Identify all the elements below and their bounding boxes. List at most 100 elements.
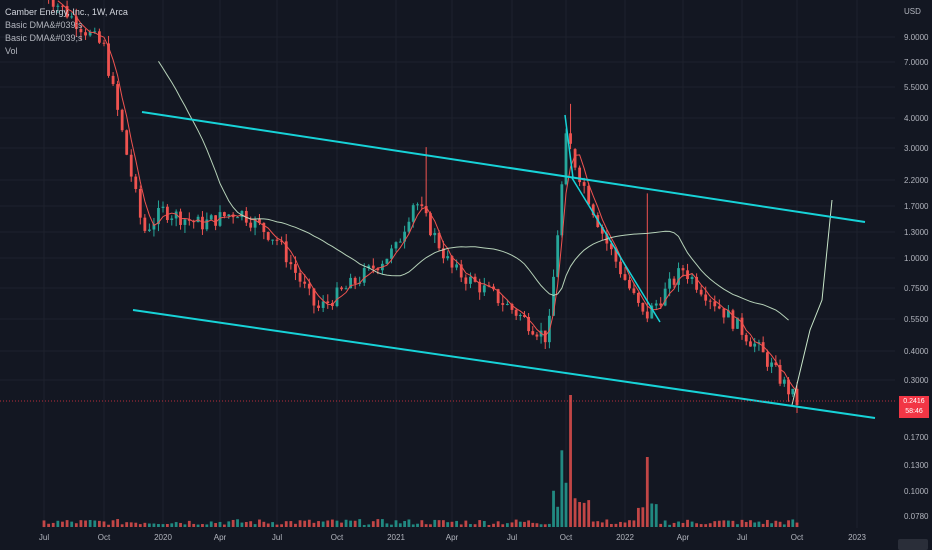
candle-body: [699, 289, 703, 295]
candle-body: [713, 301, 717, 307]
candle-body: [335, 287, 339, 307]
volume-bar: [275, 524, 279, 527]
candle-body: [668, 278, 672, 289]
ma-fast-line: [57, 0, 798, 392]
volume-bar: [632, 520, 636, 527]
volume-bar: [650, 503, 654, 527]
candle-body: [227, 214, 231, 217]
candle-body: [303, 281, 307, 284]
candle-body: [482, 285, 486, 293]
volume-bar: [390, 524, 393, 527]
candle-body: [209, 215, 213, 220]
volume-bar: [170, 523, 174, 527]
candle-body: [411, 205, 415, 222]
candle-body: [340, 287, 343, 290]
volume-bar: [398, 523, 402, 527]
chart-legend: Camber Energy, Inc., 1W, Arca Basic DMA&…: [5, 6, 128, 58]
volume-bar: [371, 521, 375, 527]
volume-bar: [253, 524, 257, 527]
volume-bar: [152, 523, 156, 527]
volume-bar: [569, 395, 572, 527]
volume-bar: [120, 524, 124, 527]
volume-bar: [699, 524, 703, 527]
price-tick-label: 0.4000: [904, 347, 929, 356]
candle-body: [632, 288, 636, 293]
candle-body: [165, 206, 169, 220]
volume-bar: [740, 519, 744, 527]
candle-body: [514, 309, 518, 316]
volume-bar: [192, 523, 196, 527]
volume-bar: [358, 519, 362, 527]
volume-bar: [473, 524, 477, 527]
volume-bar: [459, 524, 463, 527]
candle-body: [161, 206, 165, 208]
volume-bar: [564, 482, 568, 527]
volume-bar: [535, 523, 539, 527]
time-tick-label: Jul: [507, 533, 517, 542]
candle-body: [569, 133, 572, 144]
volume-bar: [222, 524, 226, 527]
time-tick-label: Jul: [272, 533, 282, 542]
volume-bar: [187, 520, 191, 527]
volume-bar: [317, 521, 320, 527]
indicator-label-ma-slow[interactable]: Basic DMA&#039;s: [5, 32, 128, 45]
candle-body: [275, 239, 279, 241]
volume-bar: [496, 521, 500, 527]
volume-bar: [125, 522, 129, 527]
volume-bar: [84, 520, 87, 527]
candle-body: [289, 262, 293, 265]
candle-body: [704, 294, 708, 301]
volume-bar: [668, 524, 672, 527]
volume-bar: [312, 522, 316, 527]
volume-bar: [56, 520, 60, 527]
volume-tick-label: 0.1700: [904, 433, 929, 442]
price-axis-currency: USD: [904, 7, 921, 16]
volume-bar: [111, 520, 115, 527]
indicator-label-ma-fast[interactable]: Basic DMA&#039;s: [5, 19, 128, 32]
volume-bar: [424, 524, 428, 527]
volume-bar: [380, 519, 384, 527]
volume-bar: [531, 522, 535, 527]
volume-bar: [672, 522, 676, 527]
candle-body: [143, 217, 147, 231]
candle-body: [770, 362, 774, 367]
time-tick-label: 2021: [387, 533, 405, 542]
volume-bar: [677, 521, 680, 527]
candle-body: [628, 279, 631, 289]
candle-body: [659, 303, 663, 306]
volume-bar: [102, 521, 106, 527]
volume-bar: [376, 519, 380, 527]
candle-body: [518, 315, 522, 317]
candle-body: [362, 268, 366, 283]
indicator-label-volume[interactable]: Vol: [5, 45, 128, 58]
volume-bar: [501, 524, 505, 527]
channel-lower-line: [132, 309, 876, 419]
volume-bar: [731, 520, 735, 527]
volume-tick-label: 0.0780: [904, 512, 929, 521]
time-tick-label: 2023: [848, 533, 866, 542]
candle-body: [385, 258, 389, 264]
volume-bar: [514, 519, 518, 527]
volume-bar: [161, 524, 165, 527]
tradingview-logo-icon: [898, 539, 928, 550]
symbol-title[interactable]: Camber Energy, Inc., 1W, Arca: [5, 6, 128, 19]
candle-body: [298, 272, 302, 282]
volume-bar: [266, 523, 270, 527]
volume-bar: [578, 502, 582, 527]
candle-body: [353, 277, 357, 284]
volume-bar: [205, 524, 209, 527]
volume-bar: [107, 524, 110, 527]
volume-bar: [289, 521, 293, 527]
last-price-value: 0.2416: [903, 398, 925, 405]
time-tick-label: Apr: [446, 533, 459, 542]
volume-bar: [97, 520, 101, 527]
candle-body: [222, 212, 226, 217]
volume-bar: [690, 521, 694, 527]
volume-bar: [600, 522, 604, 527]
volume-bar: [713, 521, 717, 527]
candle-body: [344, 288, 348, 290]
volume-bar: [420, 520, 424, 527]
volume-bar: [645, 457, 649, 527]
price-chart[interactable]: USD 9.0000 7.0000 5.5000 4.0000 3.0000 2.2000 1…: [0, 0, 932, 550]
candle-body: [619, 261, 622, 275]
